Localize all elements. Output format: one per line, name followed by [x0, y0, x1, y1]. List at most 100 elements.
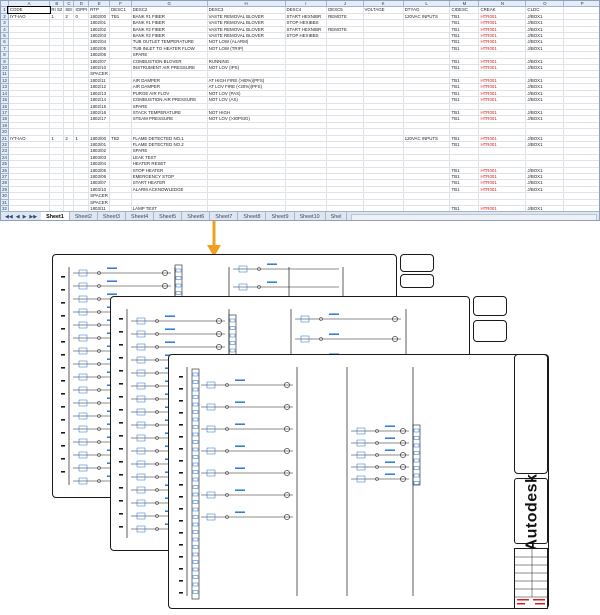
rung-number-mark [119, 409, 123, 411]
rung-number-mark [119, 500, 123, 502]
table-cell[interactable]: START HEXNIBR [285, 13, 328, 21]
rung-number-mark [119, 383, 123, 385]
table-cell[interactable]: SEI [63, 6, 75, 14]
terminal-block [413, 443, 420, 448]
terminal-block [192, 507, 199, 512]
table-cell[interactable]: SPACER [88, 70, 111, 78]
schematic-drawing-3 [179, 367, 421, 600]
next-sheet-button[interactable]: ▶ [23, 214, 27, 220]
sheet-tab-bar: ◀◀ ◀ ▶ ▶▶ Sheet1 Sheet2 Sheet3 Sheet4 Sheet5… [1, 211, 599, 220]
terminal-block [192, 395, 199, 399]
terminal-block [192, 432, 199, 437]
rung-number-mark [119, 396, 123, 398]
table-cell[interactable]: RI S2 [49, 6, 65, 14]
rung-number-mark [61, 380, 65, 382]
title-block-box-1 [400, 254, 434, 272]
rung-number-mark [61, 445, 65, 447]
rung-number-mark [119, 370, 123, 372]
rung-number-mark [179, 388, 183, 390]
terminal-block [192, 582, 199, 587]
rung-number-mark [61, 367, 65, 369]
wire-label-mark [235, 379, 245, 381]
rung-number-mark [119, 474, 123, 476]
tab-sheet8[interactable]: Sheet8 [238, 212, 267, 220]
prev-sheet-button[interactable]: ◀ [16, 214, 20, 220]
terminal-block [192, 500, 199, 504]
title-block-frame [514, 354, 548, 474]
table-cell[interactable]: COMBUSTION AIR PRESSURE [131, 96, 208, 104]
wire-label-mark [329, 313, 339, 315]
rung-number-mark [179, 424, 183, 426]
table-cell[interactable]: IOPPI [73, 6, 90, 14]
title-block-box-2 [400, 274, 434, 288]
first-sheet-button[interactable]: ◀◀ [5, 214, 13, 220]
terminal-block [192, 425, 199, 429]
rung-number-mark [61, 393, 65, 395]
rung-number-mark [179, 508, 183, 510]
terminal-block [413, 473, 420, 478]
rung-number-mark [61, 354, 65, 356]
terminal-block [192, 410, 199, 414]
terminal-block [192, 537, 199, 542]
rung-number-mark [119, 422, 123, 424]
wire-label-mark [165, 315, 175, 317]
wire-label-mark [235, 423, 245, 425]
terminal-block [192, 545, 199, 549]
terminal-block [192, 522, 199, 527]
tab-sheet2[interactable]: Sheet2 [70, 212, 98, 220]
wire-label-mark [235, 511, 245, 513]
wire-label-mark [235, 401, 245, 403]
tab-shel[interactable]: Shel [326, 212, 348, 220]
spreadsheet-body: 1 CODE RI S2 SEI IOPPI RTP DESC1 DESC2 DESC3 DESC… [1, 5, 599, 211]
rung-number-mark [119, 461, 123, 463]
terminal-block [192, 560, 199, 564]
rung-number-mark [179, 448, 183, 450]
wire-label-mark [385, 473, 395, 475]
rung-number-mark [179, 556, 183, 558]
horizontal-scrollbar[interactable] [351, 213, 597, 220]
spreadsheet-grid[interactable]: A B C D E F G H I J K L M N O P 1 CODE R… [1, 1, 599, 211]
tab-sheet6[interactable]: Sheet6 [182, 212, 211, 220]
wire-label-mark [329, 333, 339, 335]
wire-label-mark [267, 263, 277, 265]
wire-label-mark [385, 425, 395, 427]
tab-sheet5[interactable]: Sheet5 [154, 212, 183, 220]
terminal-block [192, 372, 199, 377]
terminal-block [192, 440, 199, 444]
terminal-block [229, 348, 236, 353]
autodesk-logo-box: Autodesk [514, 474, 548, 550]
terminal-block [413, 428, 420, 433]
last-sheet-button[interactable]: ▶▶ [29, 214, 37, 220]
sheet-navigation-buttons: ◀◀ ◀ ▶ ▶▶ [1, 214, 41, 220]
terminal-block [175, 268, 182, 273]
autodesk-logo: Autodesk [523, 473, 540, 551]
terminal-block [413, 451, 420, 455]
terminal-block [413, 481, 420, 485]
terminal-block [192, 470, 199, 474]
terminal-block [175, 291, 182, 295]
tab-sheet4[interactable]: Sheet4 [126, 212, 155, 220]
terminal-block [229, 326, 236, 330]
rung-number-mark [119, 448, 123, 450]
rung-number-mark [61, 328, 65, 330]
title-block-grid [514, 548, 549, 609]
tab-sheet1[interactable]: Sheet1 [41, 212, 70, 220]
wire-label-mark [165, 341, 175, 343]
terminal-block [175, 276, 182, 280]
rung-number-mark [61, 419, 65, 421]
rung-number-mark [119, 318, 123, 320]
tab-sheet10[interactable]: Sheet10 [295, 212, 326, 220]
rung-number-mark [119, 526, 123, 528]
tab-sheet3[interactable]: Sheet3 [98, 212, 126, 220]
tab-sheet9[interactable]: Sheet9 [266, 212, 295, 220]
schematic-drawing-sheet-3[interactable] [168, 354, 549, 609]
table-cell[interactable]: SPACER [88, 192, 111, 200]
terminal-block [413, 458, 420, 463]
table-cell[interactable]: START HEXNIBR [285, 26, 328, 34]
terminal-block [175, 283, 182, 288]
rung-number-mark [119, 435, 123, 437]
rung-number-mark [179, 580, 183, 582]
rung-number-mark [179, 568, 183, 570]
tab-sheet7[interactable]: Sheet7 [210, 212, 239, 220]
table-cell[interactable]: SPACER [88, 199, 111, 207]
